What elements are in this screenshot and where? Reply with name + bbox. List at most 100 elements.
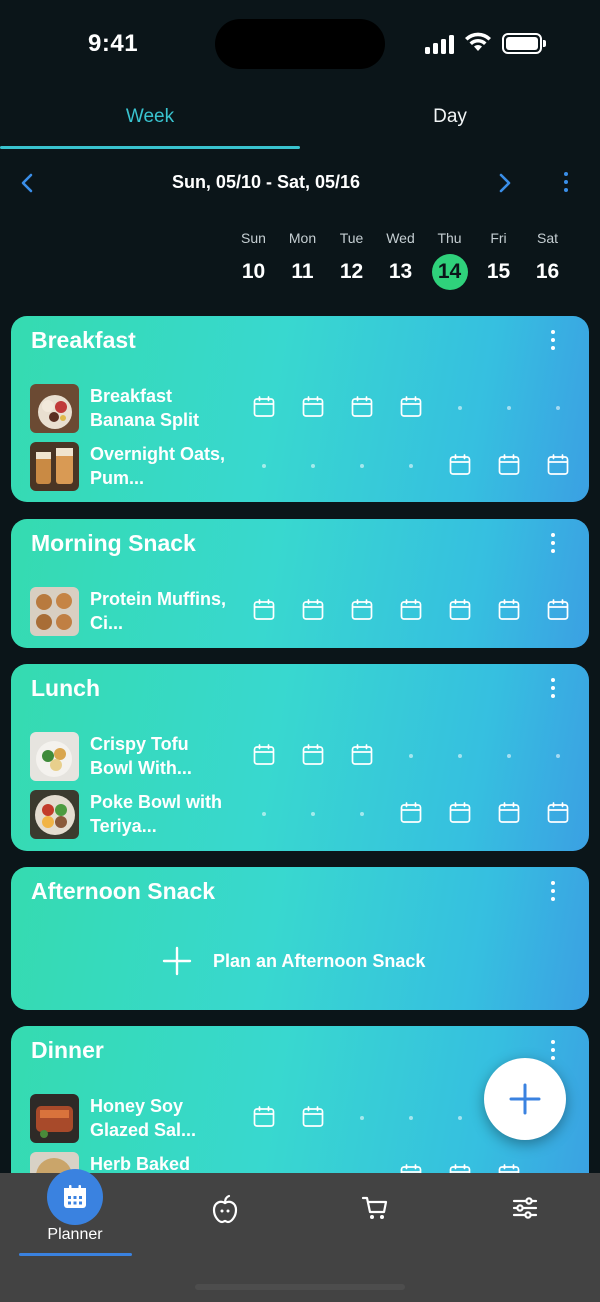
calendar-slot-icon-mon[interactable] — [302, 1106, 324, 1128]
recipe-name: Breakfast Banana Split — [90, 386, 200, 430]
calendar-slot-icon-thu[interactable] — [449, 454, 471, 476]
meal-title: Morning Snack — [31, 530, 196, 556]
day-column-thu[interactable]: Thu 14 — [425, 230, 474, 290]
calendar-slot-icon-fri[interactable] — [498, 599, 520, 621]
recipe-name: Protein Muffins, Ci... — [90, 589, 226, 633]
more-options-icon[interactable] — [549, 678, 557, 704]
day-number: 11 — [291, 260, 314, 283]
recipe-name: Poke Bowl with Teriya... — [90, 792, 223, 836]
more-options-icon[interactable] — [562, 172, 570, 198]
recipe-thumbnail — [30, 732, 79, 781]
empty-slot-dot-tue[interactable] — [360, 464, 364, 468]
nav-item-shopping[interactable] — [300, 1173, 450, 1263]
recipe-thumbnail — [30, 442, 79, 491]
cellular-signal-icon — [425, 34, 457, 54]
day-number: 13 — [388, 260, 413, 283]
empty-slot-dot-tue[interactable] — [360, 812, 364, 816]
more-options-icon[interactable] — [549, 881, 557, 907]
add-button[interactable] — [484, 1058, 566, 1140]
recipe-row[interactable]: Protein Muffins, Ci... — [11, 585, 589, 637]
calendar-slot-icon-thu[interactable] — [449, 802, 471, 824]
empty-slot-dot-sun[interactable] — [262, 812, 266, 816]
more-options-icon[interactable] — [549, 533, 557, 559]
status-bar: 9:41 — [0, 0, 600, 90]
meal-title: Afternoon Snack — [31, 878, 216, 904]
nav-item-planner[interactable]: Planner — [0, 1169, 150, 1263]
calendar-slot-icon-sun[interactable] — [253, 599, 275, 621]
bottom-navigation: Planner — [0, 1169, 600, 1302]
recipe-name: Overnight Oats, Pum... — [90, 444, 226, 488]
dynamic-island — [215, 19, 385, 69]
day-number: 12 — [339, 260, 364, 283]
calendar-slot-icon-tue[interactable] — [351, 599, 373, 621]
empty-slot-dot-thu[interactable] — [458, 406, 462, 410]
calendar-slot-icon-tue[interactable] — [351, 744, 373, 766]
chevron-right-icon[interactable] — [491, 170, 517, 196]
meal-card-lunch: Lunch Crispy Tofu Bowl With... Poke Bowl… — [11, 664, 589, 851]
plus-icon — [509, 1083, 541, 1115]
plan-afternoon-snack-button[interactable]: Plan an Afternoon Snack — [161, 943, 425, 979]
cart-icon — [361, 1196, 388, 1219]
date-range-label: Sun, 05/10 - Sat, 05/16 — [171, 172, 361, 192]
status-time: 9:41 — [88, 30, 139, 57]
more-options-icon[interactable] — [549, 1040, 557, 1066]
meal-title: Breakfast — [31, 327, 136, 353]
empty-slot-dot-wed[interactable] — [409, 1116, 413, 1120]
empty-slot-dot-thu[interactable] — [458, 1116, 462, 1120]
calendar-slot-icon-wed[interactable] — [400, 599, 422, 621]
calendar-slot-icon-sun[interactable] — [253, 744, 275, 766]
tab-day[interactable]: Day — [300, 94, 600, 146]
empty-slot-dot-thu[interactable] — [458, 754, 462, 758]
calendar-slot-icon-sat[interactable] — [547, 599, 569, 621]
calendar-slot-icon-wed[interactable] — [400, 396, 422, 418]
empty-slot-dot-sat[interactable] — [556, 406, 560, 410]
calendar-slot-icon-fri[interactable] — [498, 454, 520, 476]
day-column-tue[interactable]: Tue 12 — [327, 230, 376, 290]
day-name: Thu — [437, 230, 462, 246]
more-options-icon[interactable] — [549, 330, 557, 356]
recipe-row[interactable]: Breakfast Banana Split — [11, 382, 589, 434]
calendar-slot-icon-mon[interactable] — [302, 396, 324, 418]
day-name: Mon — [288, 230, 317, 246]
empty-slot-dot-mon[interactable] — [311, 464, 315, 468]
empty-slot-dot-fri[interactable] — [507, 754, 511, 758]
day-column-fri[interactable]: Fri 15 — [474, 230, 523, 290]
nav-item-nutrition[interactable] — [150, 1173, 300, 1263]
recipe-row[interactable]: Overnight Oats, Pum... — [11, 440, 589, 492]
recipe-thumbnail — [30, 1094, 79, 1143]
recipe-row[interactable]: Poke Bowl with Teriya... — [11, 788, 589, 840]
empty-slot-dot-wed[interactable] — [409, 754, 413, 758]
day-column-wed[interactable]: Wed 13 — [376, 230, 425, 290]
calendar-slot-icon-mon[interactable] — [302, 599, 324, 621]
empty-slot-dot-sun[interactable] — [262, 464, 266, 468]
day-column-sat[interactable]: Sat 16 — [523, 230, 572, 290]
tab-week[interactable]: Week — [0, 94, 300, 146]
day-column-mon[interactable]: Mon 11 — [278, 230, 327, 290]
empty-slot-dot-tue[interactable] — [360, 1116, 364, 1120]
calendar-slot-icon-wed[interactable] — [400, 802, 422, 824]
day-name: Fri — [490, 230, 507, 246]
calendar-slot-icon-mon[interactable] — [302, 744, 324, 766]
recipe-row[interactable]: Crispy Tofu Bowl With... — [11, 730, 589, 782]
calendar-slot-icon-sat[interactable] — [547, 454, 569, 476]
empty-slot-dot-wed[interactable] — [409, 464, 413, 468]
calendar-slot-icon-tue[interactable] — [351, 396, 373, 418]
day-column-sun[interactable]: Sun 10 — [229, 230, 278, 290]
empty-slot-dot-sat[interactable] — [556, 754, 560, 758]
calendar-slot-icon-sun[interactable] — [253, 1106, 275, 1128]
calendar-slot-icon-thu[interactable] — [449, 599, 471, 621]
calendar-slot-icon-fri[interactable] — [498, 802, 520, 824]
nav-item-settings[interactable] — [450, 1173, 600, 1263]
calendar-slot-icon-sun[interactable] — [253, 396, 275, 418]
empty-slot-dot-fri[interactable] — [507, 406, 511, 410]
calendar-slot-icon-sat[interactable] — [547, 802, 569, 824]
meal-title: Lunch — [31, 675, 100, 701]
meal-card-breakfast: Breakfast Breakfast Banana Split Overnig… — [11, 316, 589, 502]
view-tabs: Week Day — [0, 94, 600, 152]
empty-slot-dot-mon[interactable] — [311, 812, 315, 816]
day-name: Sun — [241, 230, 266, 246]
date-navigation: Sun, 05/10 - Sat, 05/16 — [0, 160, 600, 208]
chevron-left-icon[interactable] — [15, 170, 41, 196]
meal-card-morning-snack: Morning Snack Protein Muffins, Ci... — [11, 519, 589, 648]
recipe-thumbnail — [30, 384, 79, 433]
